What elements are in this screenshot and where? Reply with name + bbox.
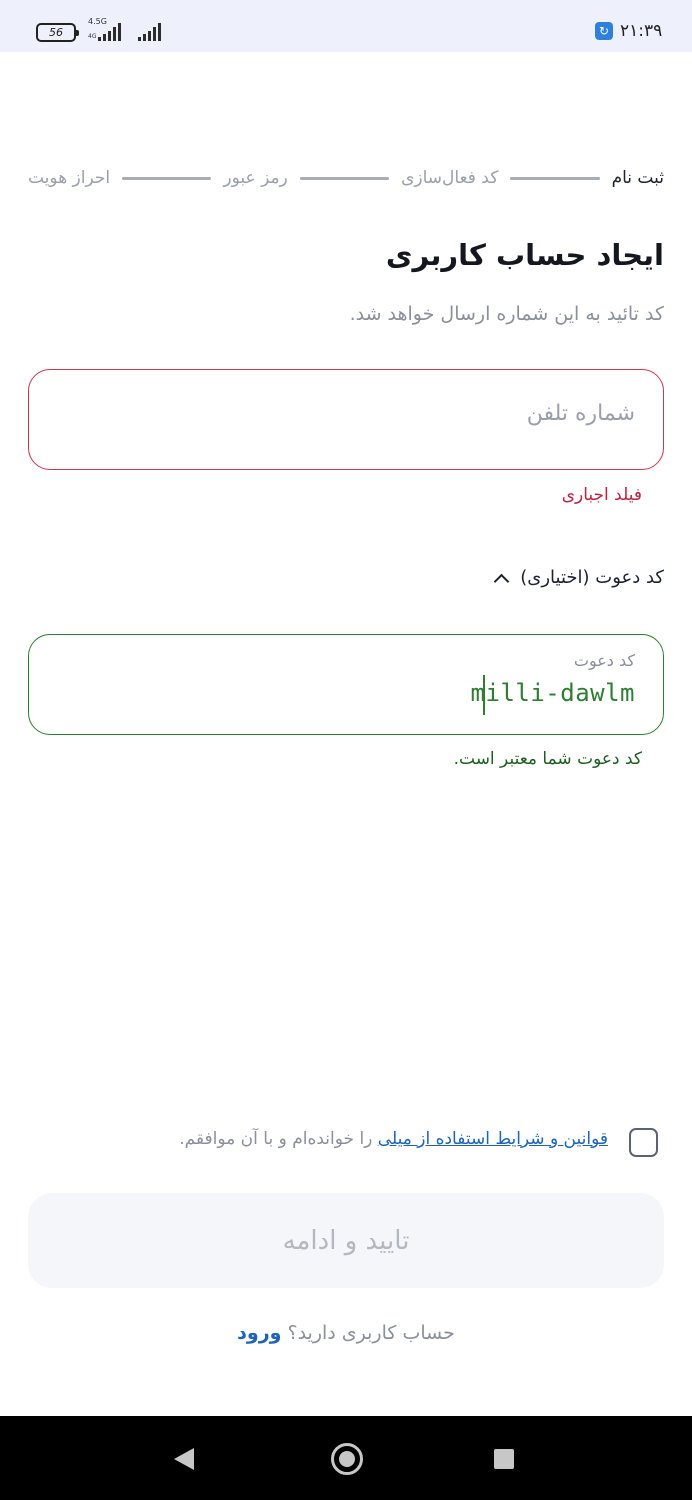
step-divider: [122, 176, 212, 180]
sync-icon: ↻: [595, 22, 613, 40]
phone-input[interactable]: شماره تلفن: [28, 369, 664, 470]
phone-error-message: فیلد اجباری: [561, 485, 642, 505]
system-nav-bar: [0, 1416, 692, 1500]
page-subtitle: کد تائید به این شماره ارسال خواهد شد.: [349, 303, 664, 325]
home-icon[interactable]: [331, 1443, 363, 1475]
step-identity-verification: احراز هویت: [27, 168, 111, 188]
step-password: رمز عبور: [223, 168, 288, 188]
terms-suffix: را خوانده‌ام و با آن موافقم.: [179, 1129, 378, 1149]
step-divider: [510, 176, 600, 180]
terms-checkbox[interactable]: [629, 1128, 658, 1157]
chevron-up-icon: [494, 571, 508, 585]
login-link[interactable]: ورود: [237, 1322, 281, 1344]
terms-text: قوانین و شرایط استفاده از میلی را خوانده…: [179, 1129, 608, 1149]
invite-code-toggle[interactable]: کد دعوت (اختیاری): [494, 567, 664, 588]
invite-code-input[interactable]: کد دعوت milli-dawlm: [28, 634, 664, 735]
login-question: حساب کاربری دارید؟: [281, 1322, 455, 1344]
phone-placeholder: شماره تلفن: [526, 401, 635, 426]
invite-code-value: milli-dawlm: [470, 679, 635, 707]
signal-icon: [98, 23, 121, 41]
status-bar: 56 4.5G 4G ↻ ۲۱:۳۹: [0, 0, 692, 52]
step-divider: [299, 176, 390, 180]
invite-success-message: کد دعوت شما معتبر است.: [453, 749, 642, 769]
terms-row: قوانین و شرایط استفاده از میلی را خوانده…: [28, 1125, 664, 1159]
signal-icon: [138, 23, 161, 41]
terms-link[interactable]: قوانین و شرایط استفاده از میلی: [378, 1129, 608, 1149]
battery-icon: 56: [36, 23, 79, 42]
battery-level: 56: [49, 26, 63, 39]
login-prompt: حساب کاربری دارید؟ ورود: [0, 1322, 692, 1344]
signup-screen: 56 4.5G 4G ↻ ۲۱:۳۹ ثبت نام کد فعال‌سازی …: [0, 0, 692, 1500]
invite-toggle-label: کد دعوت (اختیاری): [520, 567, 664, 588]
step-signup: ثبت نام: [611, 168, 664, 188]
status-clock: ۲۱:۳۹: [620, 21, 663, 41]
step-activation-code: کد فعال‌سازی: [401, 168, 499, 188]
network-subtype: 4G: [88, 33, 97, 40]
recent-apps-icon[interactable]: [494, 1449, 514, 1469]
signup-stepper: ثبت نام کد فعال‌سازی رمز عبور احراز هویت: [28, 163, 664, 193]
back-icon[interactable]: [174, 1448, 194, 1470]
continue-button[interactable]: تایید و ادامه: [28, 1193, 664, 1288]
invite-code-label: کد دعوت: [573, 651, 635, 670]
page-title: ایجاد حساب کاربری: [385, 238, 664, 272]
